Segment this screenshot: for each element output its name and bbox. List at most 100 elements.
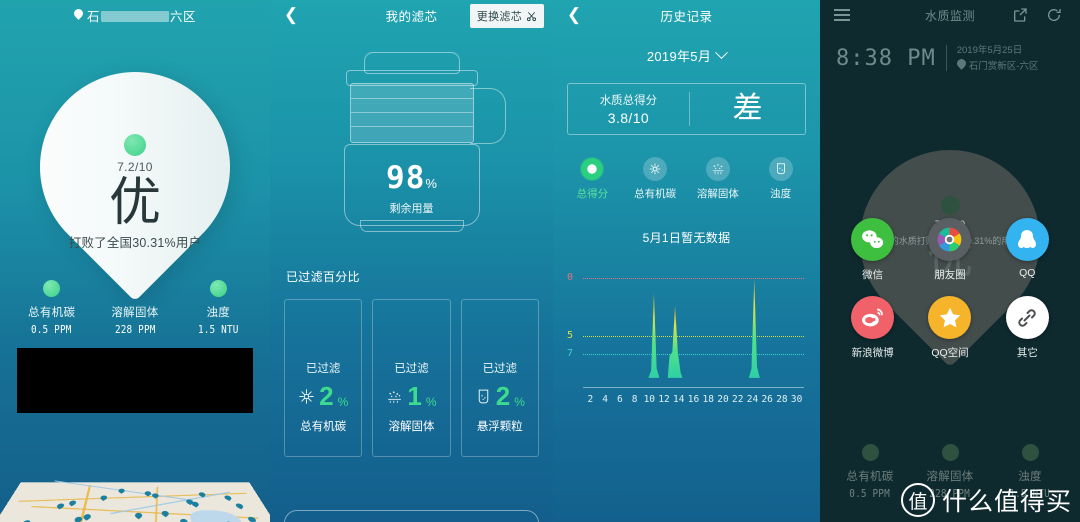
xtick: 16 (686, 394, 701, 405)
xtick: 14 (671, 394, 686, 405)
xtick: 8 (627, 394, 642, 405)
map-preview[interactable] (0, 462, 270, 522)
metric-label: 总得分 (561, 186, 624, 201)
panel3-header: ❮ 历史记录 (553, 0, 820, 30)
metric-tab-total[interactable]: 总得分 (561, 157, 624, 201)
share-item-qq[interactable]: QQ (989, 218, 1066, 282)
bottom-rounded-panel (284, 510, 539, 522)
share-item-moments[interactable]: 朋友圈 (912, 218, 989, 282)
water-drop-gauge: 7.2/10 优 打败了全国30.31%用户 (0, 30, 270, 280)
share-item-weibo[interactable]: 新浪微博 (834, 296, 911, 360)
redacted-block (17, 348, 253, 413)
status-dot-icon (124, 134, 146, 156)
kettle-handle (470, 88, 506, 144)
stat-dot-icon (942, 444, 959, 461)
share-item-qzone[interactable]: QQ空间 (912, 296, 989, 360)
location-prefix: 石 (87, 10, 100, 24)
kettle-filter-cartridge (350, 83, 474, 143)
qzone-icon (928, 296, 971, 339)
location-row: 石门赏新区-六区 (957, 58, 1039, 72)
stat-turbidity[interactable]: 浊度 1.5 NTU (177, 280, 260, 336)
refresh-icon[interactable] (1046, 7, 1062, 23)
hamburger-menu-icon[interactable] (834, 9, 850, 24)
metric-icon-wrap (769, 157, 793, 181)
card-unit: % (514, 395, 525, 409)
score-value: 7.2/10 (0, 160, 270, 174)
clock-value: 8:38 PM (836, 46, 936, 71)
card-number: 2 (319, 383, 333, 409)
xtick: 6 (612, 394, 627, 405)
xtick: 22 (730, 394, 745, 405)
metric-tab-tds[interactable]: 溶解固体 (687, 157, 750, 201)
panel-history: ❮ 历史记录 2019年5月 水质总得分 3.8/10 差 总得分 总有机碳 溶… (553, 0, 820, 522)
card-unit: % (426, 395, 437, 409)
metric-tabs: 总得分 总有机碳 溶解固体 浊度 (553, 157, 820, 201)
stat-dot-icon (43, 280, 60, 297)
location-label[interactable]: 石 六区 (74, 6, 196, 25)
qq-icon (1006, 218, 1049, 261)
ytick-5: 5 (567, 330, 573, 341)
total-score-title: 水质总得分 (568, 92, 689, 108)
share-item-wechat[interactable]: 微信 (834, 218, 911, 282)
replace-filter-button[interactable]: 更换滤芯 (470, 4, 544, 28)
share-external-icon[interactable] (1012, 7, 1028, 23)
snowflake-icon (648, 162, 662, 176)
link-icon (1006, 296, 1049, 339)
ytick-0: 0 (567, 272, 573, 283)
stat-dot-icon (862, 444, 879, 461)
remaining-percent-unit: % (425, 176, 437, 191)
share-item-label: QQ (989, 267, 1066, 279)
back-chevron-icon[interactable]: ❮ (565, 4, 583, 26)
card-number: 1 (407, 383, 421, 409)
page-title: 我的滤芯 (385, 6, 437, 25)
card-top-label: 已过滤 (306, 360, 341, 376)
wechat-icon (851, 218, 894, 261)
stat-label: 总有机碳 (830, 468, 909, 484)
history-chart: 0 5 7 2 4 6 8 10 12 14 16 18 20 22 24 26… (565, 260, 808, 406)
time-row: 8:38 PM 2019年5月25日 石门赏新区-六区 (820, 30, 1080, 72)
status-dot-icon (941, 196, 960, 215)
month-selector[interactable]: 2019年5月 (553, 46, 820, 65)
total-score-left: 水质总得分 3.8/10 (568, 92, 690, 126)
beat-text: 打败了全国30.31%用户 (0, 232, 270, 251)
card-name: 悬浮颗粒 (477, 418, 523, 434)
chart-peaks (583, 260, 804, 378)
filtered-card-particles[interactable]: 已过滤 2 % 悬浮颗粒 (461, 299, 539, 457)
filtered-card-toc[interactable]: 已过滤 2 % 总有机碳 (284, 299, 362, 457)
watermark-badge: 值 (901, 483, 935, 517)
total-score-box: 水质总得分 3.8/10 差 (567, 83, 806, 135)
stat-value: 1.5 NTU (183, 323, 253, 336)
redaction-bar (101, 11, 169, 22)
ytick-7: 7 (567, 348, 573, 359)
share-item-other[interactable]: 其它 (989, 296, 1066, 360)
remaining-percent: 98% (332, 160, 492, 196)
location-suffix: 六区 (170, 10, 196, 24)
xtick: 24 (745, 394, 760, 405)
metric-tab-toc[interactable]: 总有机碳 (624, 157, 687, 201)
share-row-1: 微信 朋友圈 QQ (820, 218, 1080, 282)
card-top-label: 已过滤 (483, 360, 518, 376)
beaker-icon (774, 162, 788, 176)
card-name: 总有机碳 (300, 418, 346, 434)
card-number: 2 (496, 383, 510, 409)
xtick: 30 (789, 394, 804, 405)
stat-toc[interactable]: 总有机碳 0.5 PPM (10, 280, 93, 336)
back-chevron-icon[interactable]: ❮ (282, 4, 300, 26)
page-title: 历史记录 (660, 6, 712, 25)
drop-content: 7.2/10 优 打败了全国30.31%用户 (0, 134, 270, 251)
replace-filter-label: 更换滤芯 (477, 8, 522, 24)
metric-icon-wrap (706, 157, 730, 181)
metric-icon-wrap (643, 157, 667, 181)
stat-value: 0.5 PPM (17, 323, 87, 336)
chevron-down-icon (715, 46, 728, 59)
remaining-caption: 剩余用量 (332, 200, 492, 216)
filtered-card-tds[interactable]: 已过滤 1 % 溶解固体 (372, 299, 450, 457)
month-label: 2019年5月 (647, 46, 711, 65)
share-row-2: 新浪微博 QQ空间 其它 (820, 296, 1080, 360)
date-value: 2019年5月25日 (957, 44, 1039, 58)
stat-label: 总有机碳 (10, 304, 93, 320)
location-value: 石门赏新区-六区 (969, 58, 1039, 72)
no-data-message: 5月1日暂无数据 (553, 229, 820, 246)
metric-tab-turbidity[interactable]: 浊度 (749, 157, 812, 201)
xtick: 20 (716, 394, 731, 405)
